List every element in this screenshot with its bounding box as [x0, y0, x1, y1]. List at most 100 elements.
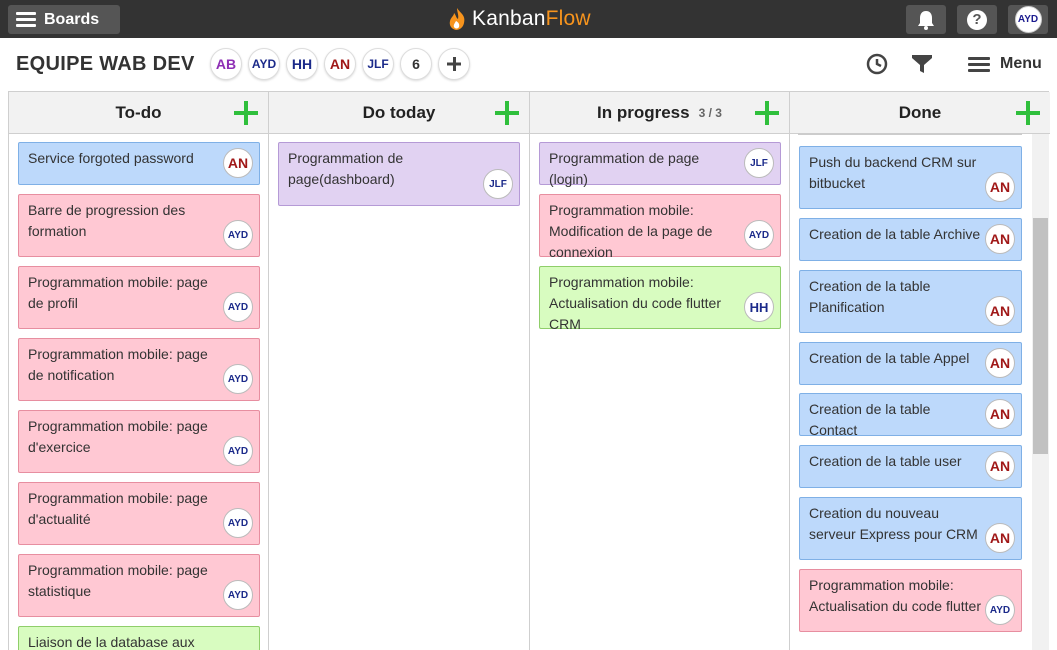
- task-assignee-avatar[interactable]: AN: [985, 224, 1015, 254]
- account-avatar: AYD: [1014, 6, 1042, 33]
- plus-icon: [447, 57, 461, 71]
- help-button[interactable]: ?: [957, 5, 997, 34]
- task-assignee-avatar[interactable]: AYD: [223, 364, 253, 394]
- task-card[interactable]: Creation de la table user AN: [799, 445, 1022, 488]
- task-card[interactable]: Creation de la table Archive AN: [799, 218, 1022, 261]
- add-task-button[interactable]: [234, 101, 258, 125]
- task-assignee-avatar[interactable]: AN: [985, 399, 1015, 429]
- task-card[interactable]: Creation de la table Planification AN: [799, 270, 1022, 333]
- task-card[interactable]: Creation du nouveau serveur Express pour…: [799, 497, 1022, 560]
- filter-icon: [912, 55, 932, 73]
- add-task-button[interactable]: [1016, 101, 1040, 125]
- menu-button[interactable]: Menu: [968, 52, 1042, 76]
- account-button[interactable]: AYD: [1008, 5, 1048, 34]
- task-title: Creation de la table Archive: [809, 226, 981, 242]
- column-body: Service forgoted password AN Barre de prog…: [9, 134, 269, 650]
- task-assignee-avatar[interactable]: AN: [985, 451, 1015, 481]
- task-assignee-avatar[interactable]: JLF: [744, 148, 774, 178]
- task-title: Creation de la table user: [809, 453, 962, 469]
- member-avatar[interactable]: HH: [286, 48, 318, 80]
- task-card[interactable]: Programmation mobile: page d'actualité AY…: [18, 482, 260, 545]
- task-assignee-avatar[interactable]: AN: [985, 523, 1015, 553]
- task-assignee-avatar[interactable]: AYD: [985, 595, 1015, 625]
- task-assignee-avatar[interactable]: JLF: [483, 169, 513, 199]
- task-title: Programmation mobile: page statistique: [28, 562, 208, 599]
- task-assignee-avatar[interactable]: AYD: [223, 580, 253, 610]
- task-title: Programmation mobile: Actualisation du c…: [809, 577, 981, 614]
- task-card[interactable]: Programmation mobile: page de notificati…: [18, 338, 260, 401]
- column-header-to-do: To-do: [9, 92, 269, 134]
- boards-button[interactable]: Boards: [8, 5, 120, 34]
- column-title: In progress: [597, 102, 690, 122]
- column-header-in-progress: In progress 3 / 3: [530, 92, 790, 134]
- member-avatar[interactable]: AYD: [248, 48, 280, 80]
- top-bar: Boards KanbanFlow ? AYD: [0, 0, 1057, 38]
- more-members-count[interactable]: 6: [400, 48, 432, 80]
- task-title: Programmation mobile: Actualisation du c…: [549, 274, 721, 332]
- task-card[interactable]: Programmation mobile: page de profil AYD: [18, 266, 260, 329]
- task-title: Push du backend CRM sur bitbucket: [809, 154, 977, 191]
- task-assignee-avatar[interactable]: AN: [985, 348, 1015, 378]
- add-task-button[interactable]: [755, 101, 779, 125]
- done-scrollbar-thumb[interactable]: [1033, 218, 1048, 454]
- task-assignee-avatar[interactable]: AN: [985, 172, 1015, 202]
- wip-limit: 3 / 3: [698, 105, 722, 120]
- task-card[interactable]: Service forgoted password AN: [18, 142, 260, 185]
- task-title: Creation de la table Planification: [809, 278, 931, 315]
- column-body: Programmation de page(dashboard) JLF: [269, 134, 530, 650]
- add-member-button[interactable]: [438, 48, 470, 80]
- flame-logo-icon: [449, 8, 465, 30]
- task-assignee-avatar[interactable]: AYD: [223, 292, 253, 322]
- task-card[interactable]: Programmation mobile: page d'exercice AYD: [18, 410, 260, 473]
- task-title: Service forgoted password: [28, 150, 194, 166]
- task-card[interactable]: Barre de progression des formation AYD: [18, 194, 260, 257]
- task-title: Programmation mobile: page d'actualité: [28, 490, 208, 527]
- column-header-do-today: Do today: [269, 92, 530, 134]
- hamburger-icon: [968, 56, 990, 72]
- task-card[interactable]: Programmation mobile: Modification de la…: [539, 194, 781, 260]
- task-title: Programmation mobile: page d'exercice: [28, 418, 208, 455]
- task-title: Programmation de page(dashboard): [288, 150, 404, 187]
- history-button[interactable]: [865, 52, 889, 76]
- task-assignee-avatar[interactable]: HH: [744, 292, 774, 322]
- kanban-board: To-do Service forgoted password AN Barre de…: [8, 91, 1050, 650]
- task-title: Programmation mobile: page de profil: [28, 274, 208, 311]
- member-avatar[interactable]: AN: [324, 48, 356, 80]
- task-assignee-avatar[interactable]: AYD: [744, 220, 774, 250]
- logo-text: KanbanFlow: [472, 7, 591, 30]
- task-title: Barre de progression des formation: [28, 202, 186, 239]
- task-card[interactable]: Programmation mobile: Actualisation du c…: [539, 266, 781, 332]
- task-title: Liaison de la database aux stats: [28, 634, 195, 650]
- task-assignee-avatar[interactable]: AN: [223, 148, 253, 178]
- task-title: Programmation mobile: page de notificati…: [28, 346, 208, 383]
- task-card[interactable]: Programmation de page (login) JLF: [539, 142, 781, 187]
- task-card[interactable]: Programmation de page(dashboard) JLF: [278, 142, 520, 206]
- menu-label: Menu: [1000, 55, 1042, 72]
- column-title: Done: [898, 102, 942, 122]
- task-assignee-avatar[interactable]: AN: [985, 296, 1015, 326]
- column-title: To-do: [115, 102, 162, 122]
- task-card[interactable]: Programmation mobile: Actualisation du c…: [799, 569, 1022, 632]
- hamburger-icon: [16, 12, 36, 27]
- add-task-button[interactable]: [495, 101, 519, 125]
- task-card[interactable]: Programmation mobile: page statistique AY…: [18, 554, 260, 617]
- task-card[interactable]: Liaison de la database aux stats: [18, 626, 260, 650]
- column-body: Programmation de page (login) JLF Programm…: [530, 134, 790, 650]
- kanbanflow-logo[interactable]: KanbanFlow: [446, 6, 591, 32]
- filter-button[interactable]: [910, 52, 934, 76]
- task-card[interactable]: Creation de la table Appel AN: [799, 342, 1022, 385]
- help-icon: ?: [967, 9, 987, 30]
- task-assignee-avatar[interactable]: AYD: [223, 436, 253, 466]
- task-title: Creation du nouveau serveur Express pour…: [809, 505, 978, 542]
- notifications-button[interactable]: [906, 5, 946, 34]
- task-title: Creation de la table Appel: [809, 350, 970, 366]
- member-avatar[interactable]: AB: [210, 48, 242, 80]
- task-title: Creation de la table Contact: [809, 401, 931, 438]
- task-assignee-avatar[interactable]: AYD: [223, 220, 253, 250]
- member-avatar[interactable]: JLF: [362, 48, 394, 80]
- task-assignee-avatar[interactable]: AYD: [223, 508, 253, 538]
- column-title: Do today: [362, 102, 436, 122]
- task-card[interactable]: Push du backend CRM sur bitbucket AN: [799, 146, 1022, 209]
- done-column-divider: [798, 133, 1022, 135]
- task-card[interactable]: Creation de la table Contact AN: [799, 393, 1022, 438]
